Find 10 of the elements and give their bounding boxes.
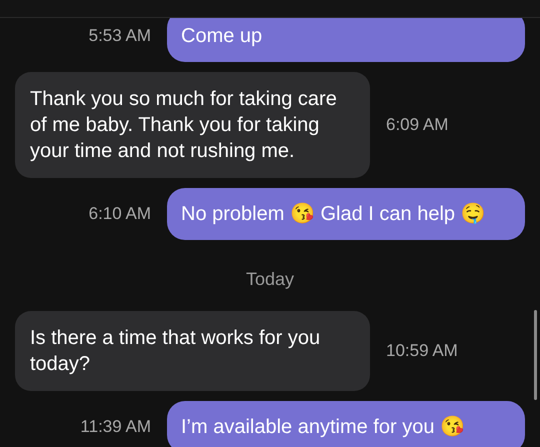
received-message-bubble: Thank you so much for taking care of me baby. Thank you for taking your time and not rushing me. xyxy=(15,72,370,178)
received-message-bubble: Is there a time that works for you today? xyxy=(15,311,370,391)
message-time: 6:10 AM xyxy=(88,203,151,226)
message-time: 11:39 AM xyxy=(80,416,151,438)
sent-message-bubble: I’m available anytime for you 😘 xyxy=(167,401,525,447)
message-time: 5:53 AM xyxy=(88,25,151,48)
message-time: 6:09 AM xyxy=(386,114,448,136)
date-separator: Today xyxy=(246,268,294,291)
message-time: 10:59 AM xyxy=(386,340,458,362)
sent-message-bubble: No problem 😘 Glad I can help 🤤 xyxy=(167,188,525,240)
